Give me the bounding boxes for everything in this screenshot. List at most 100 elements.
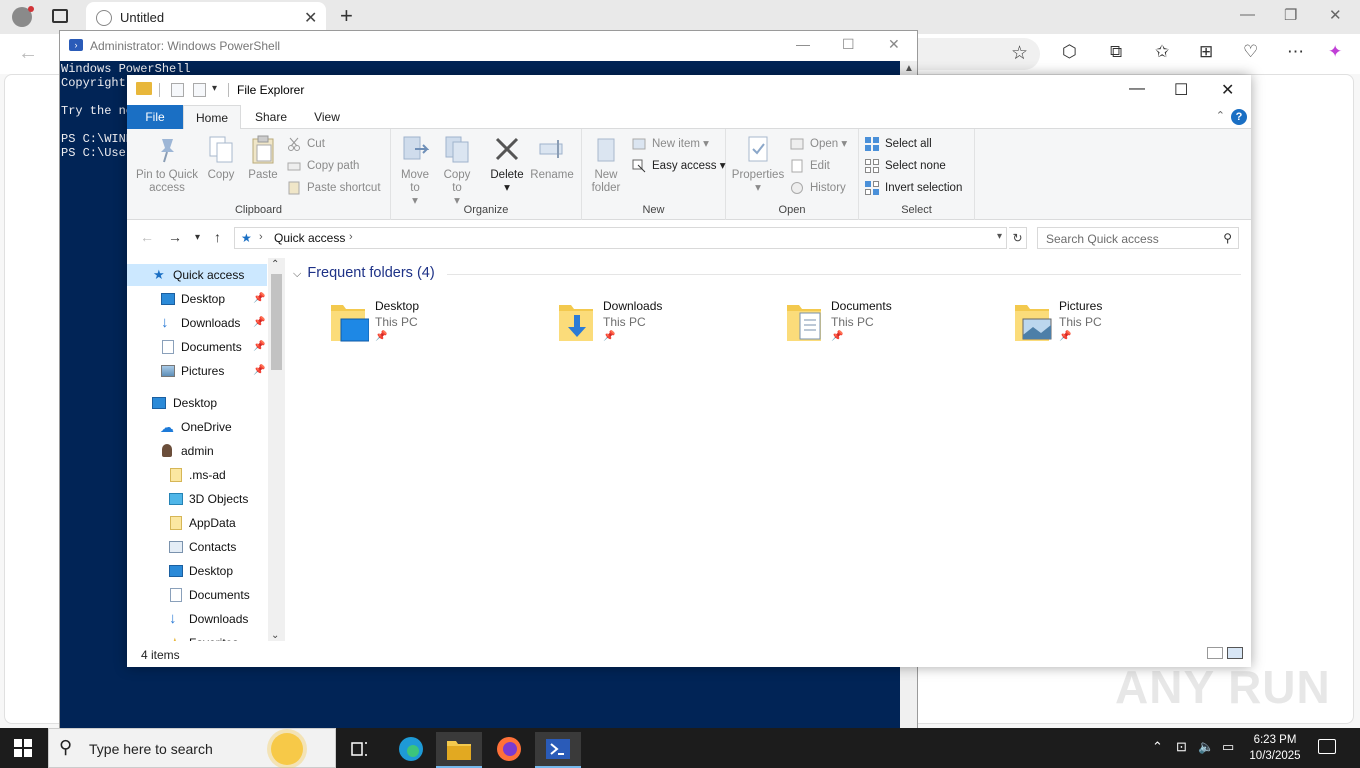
help-icon[interactable]: ? (1231, 109, 1247, 125)
extensions-icon[interactable]: ⬡ (1062, 42, 1077, 62)
nav-quick-access[interactable]: ★ Quick access (127, 264, 267, 286)
folder-tile-desktop[interactable]: Desktop This PC 📌 (329, 299, 549, 349)
breadcrumb-quick-access[interactable]: Quick access (274, 231, 345, 245)
folder-tile-downloads[interactable]: Downloads This PC 📌 (557, 299, 777, 349)
tab-file[interactable]: File (127, 105, 183, 129)
task-view-icon[interactable] (337, 732, 383, 768)
browser-restore-button[interactable]: ❐ (1284, 6, 1297, 24)
new-item-button[interactable]: New item ▾ (632, 135, 709, 153)
large-icons-view-icon[interactable] (1227, 647, 1243, 659)
paste-button[interactable]: Paste (243, 135, 283, 182)
invert-selection-button[interactable]: Invert selection (865, 179, 962, 197)
explorer-close-button[interactable]: ✕ (1221, 80, 1234, 100)
tab-home[interactable]: Home (183, 105, 241, 130)
qat-new-folder-icon[interactable] (193, 83, 206, 97)
properties-button[interactable]: Properties ▾ (730, 135, 786, 195)
search-highlight-sun-icon[interactable] (271, 733, 303, 765)
navigation-pane[interactable]: ★ Quick access Desktop 📌 ↓ Downloads 📌 D… (127, 255, 284, 641)
explorer-maximize-button[interactable]: ☐ (1174, 80, 1188, 100)
back-button[interactable]: ← (18, 42, 38, 65)
tab-close-icon[interactable]: ✕ (304, 8, 317, 28)
more-icon[interactable]: ⋯ (1287, 42, 1304, 62)
show-hidden-icons-icon[interactable]: ⌃ (1152, 739, 1163, 755)
tab-actions-icon[interactable] (52, 9, 68, 23)
search-box[interactable]: Search Quick access ⚲ (1037, 227, 1239, 249)
refresh-icon[interactable]: ↻ (1009, 227, 1027, 249)
scroll-down-icon[interactable]: ⌄ (271, 630, 279, 641)
browser-close-button[interactable]: ✕ (1329, 6, 1342, 24)
tab-share[interactable]: Share (251, 105, 291, 129)
address-bar[interactable]: ★ › Quick access › ▾ (234, 227, 1007, 249)
select-none-button[interactable]: Select none (865, 157, 946, 175)
nav-desktop[interactable]: Desktop (127, 392, 267, 414)
browser-minimize-button[interactable]: — (1240, 6, 1255, 23)
edit-button[interactable]: Edit (790, 157, 830, 175)
up-arrow-icon[interactable]: ↑ (214, 229, 221, 245)
browser-essentials-icon[interactable]: ♡ (1243, 42, 1258, 62)
nav-appdata[interactable]: AppData (127, 512, 267, 534)
nav-admin-documents[interactable]: Documents (127, 584, 267, 606)
network-icon[interactable]: ⊡ (1176, 739, 1187, 755)
forward-arrow-icon[interactable]: → (168, 229, 182, 245)
file-explorer-taskbar-icon[interactable] (436, 732, 482, 768)
delete-button[interactable]: Delete ▾ (487, 135, 527, 195)
navigation-scrollbar[interactable]: ⌃ ⌄ (268, 258, 285, 641)
notification-center-icon[interactable] (1318, 739, 1336, 754)
new-folder-button[interactable]: New folder (586, 135, 626, 195)
nav-pinned-desktop[interactable]: Desktop 📌 (127, 288, 267, 310)
collections-icon[interactable]: ⊞ (1199, 42, 1213, 62)
taskbar-clock[interactable]: 6:23 PM 10/3/2025 (1244, 732, 1306, 764)
taskbar-search-box[interactable]: ⚲ Type here to search (48, 728, 336, 768)
address-bar[interactable]: ☆ (900, 38, 1040, 70)
nav-pinned-pictures[interactable]: Pictures 📌 (127, 360, 267, 382)
select-all-button[interactable]: Select all (865, 135, 932, 153)
copy-button[interactable]: Copy (203, 135, 239, 182)
ps-minimize-button[interactable]: — (796, 36, 810, 52)
qat-properties-icon[interactable] (171, 83, 184, 97)
nav-admin[interactable]: admin (127, 440, 267, 462)
easy-access-button[interactable]: Easy access ▾ (632, 157, 726, 175)
back-arrow-icon[interactable]: ← (140, 229, 154, 245)
volume-icon[interactable]: 🔈 (1198, 739, 1214, 755)
details-view-icon[interactable] (1207, 647, 1223, 659)
collapse-ribbon-icon[interactable]: ⌃ (1216, 109, 1225, 122)
collapse-chevron-icon[interactable]: ⌵ (293, 268, 301, 280)
powershell-taskbar-icon[interactable] (535, 732, 581, 768)
ps-maximize-button[interactable]: ☐ (842, 36, 855, 53)
copy-path-button[interactable]: Copy path (287, 157, 359, 175)
folder-tile-documents[interactable]: Documents This PC 📌 (785, 299, 1005, 349)
explorer-minimize-button[interactable]: — (1129, 80, 1145, 98)
rename-button[interactable]: Rename (529, 135, 575, 182)
explorer-titlebar[interactable]: ▾ File Explorer — ☐ ✕ (127, 75, 1251, 105)
nav-pinned-documents[interactable]: Documents 📌 (127, 336, 267, 358)
pin-to-quick-access-button[interactable]: Pin to Quick access (133, 135, 201, 195)
split-screen-icon[interactable]: ⧉ (1110, 42, 1122, 62)
favorites-icon[interactable]: ✩ (1155, 42, 1169, 62)
nav-favorites[interactable]: ★ Favorites (127, 632, 267, 641)
copilot-icon[interactable]: ✦ (1328, 42, 1342, 62)
content-pane[interactable]: ⌵ Frequent folders (4) Desktop This PC 📌 … (287, 255, 1251, 641)
address-dropdown-icon[interactable]: ▾ (997, 231, 1002, 242)
move-to-button[interactable]: Move to ▾ (397, 135, 433, 208)
input-indicator-icon[interactable]: ▭ (1222, 739, 1234, 755)
nav-admin-desktop[interactable]: Desktop (127, 560, 267, 582)
breadcrumb-chevron-icon[interactable]: › (349, 231, 353, 243)
nav-contacts[interactable]: Contacts (127, 536, 267, 558)
folder-tile-pictures[interactable]: Pictures This PC 📌 (1013, 299, 1233, 349)
scroll-up-icon[interactable]: ⌃ (271, 259, 279, 270)
open-button[interactable]: Open ▾ (790, 135, 847, 153)
search-icon[interactable]: ⚲ (1223, 231, 1232, 245)
frequent-folders-header[interactable]: ⌵ Frequent folders (4) (293, 265, 435, 281)
nav-pinned-downloads[interactable]: ↓ Downloads 📌 (127, 312, 267, 334)
qat-dropdown-icon[interactable]: ▾ (212, 83, 217, 94)
scroll-thumb[interactable] (271, 274, 282, 370)
ps-close-button[interactable]: ✕ (888, 36, 900, 53)
cut-button[interactable]: Cut (287, 135, 325, 153)
paste-shortcut-button[interactable]: Paste shortcut (287, 179, 381, 197)
copy-to-button[interactable]: Copy to ▾ (439, 135, 475, 208)
tab-view[interactable]: View (307, 105, 347, 129)
new-tab-button[interactable]: + (340, 3, 353, 29)
file-explorer-window[interactable]: ▾ File Explorer — ☐ ✕ File Home Share Vi… (127, 75, 1251, 667)
nav-onedrive[interactable]: ☁ OneDrive (127, 416, 267, 438)
powershell-titlebar[interactable]: › Administrator: Windows PowerShell — ☐ … (60, 31, 917, 61)
